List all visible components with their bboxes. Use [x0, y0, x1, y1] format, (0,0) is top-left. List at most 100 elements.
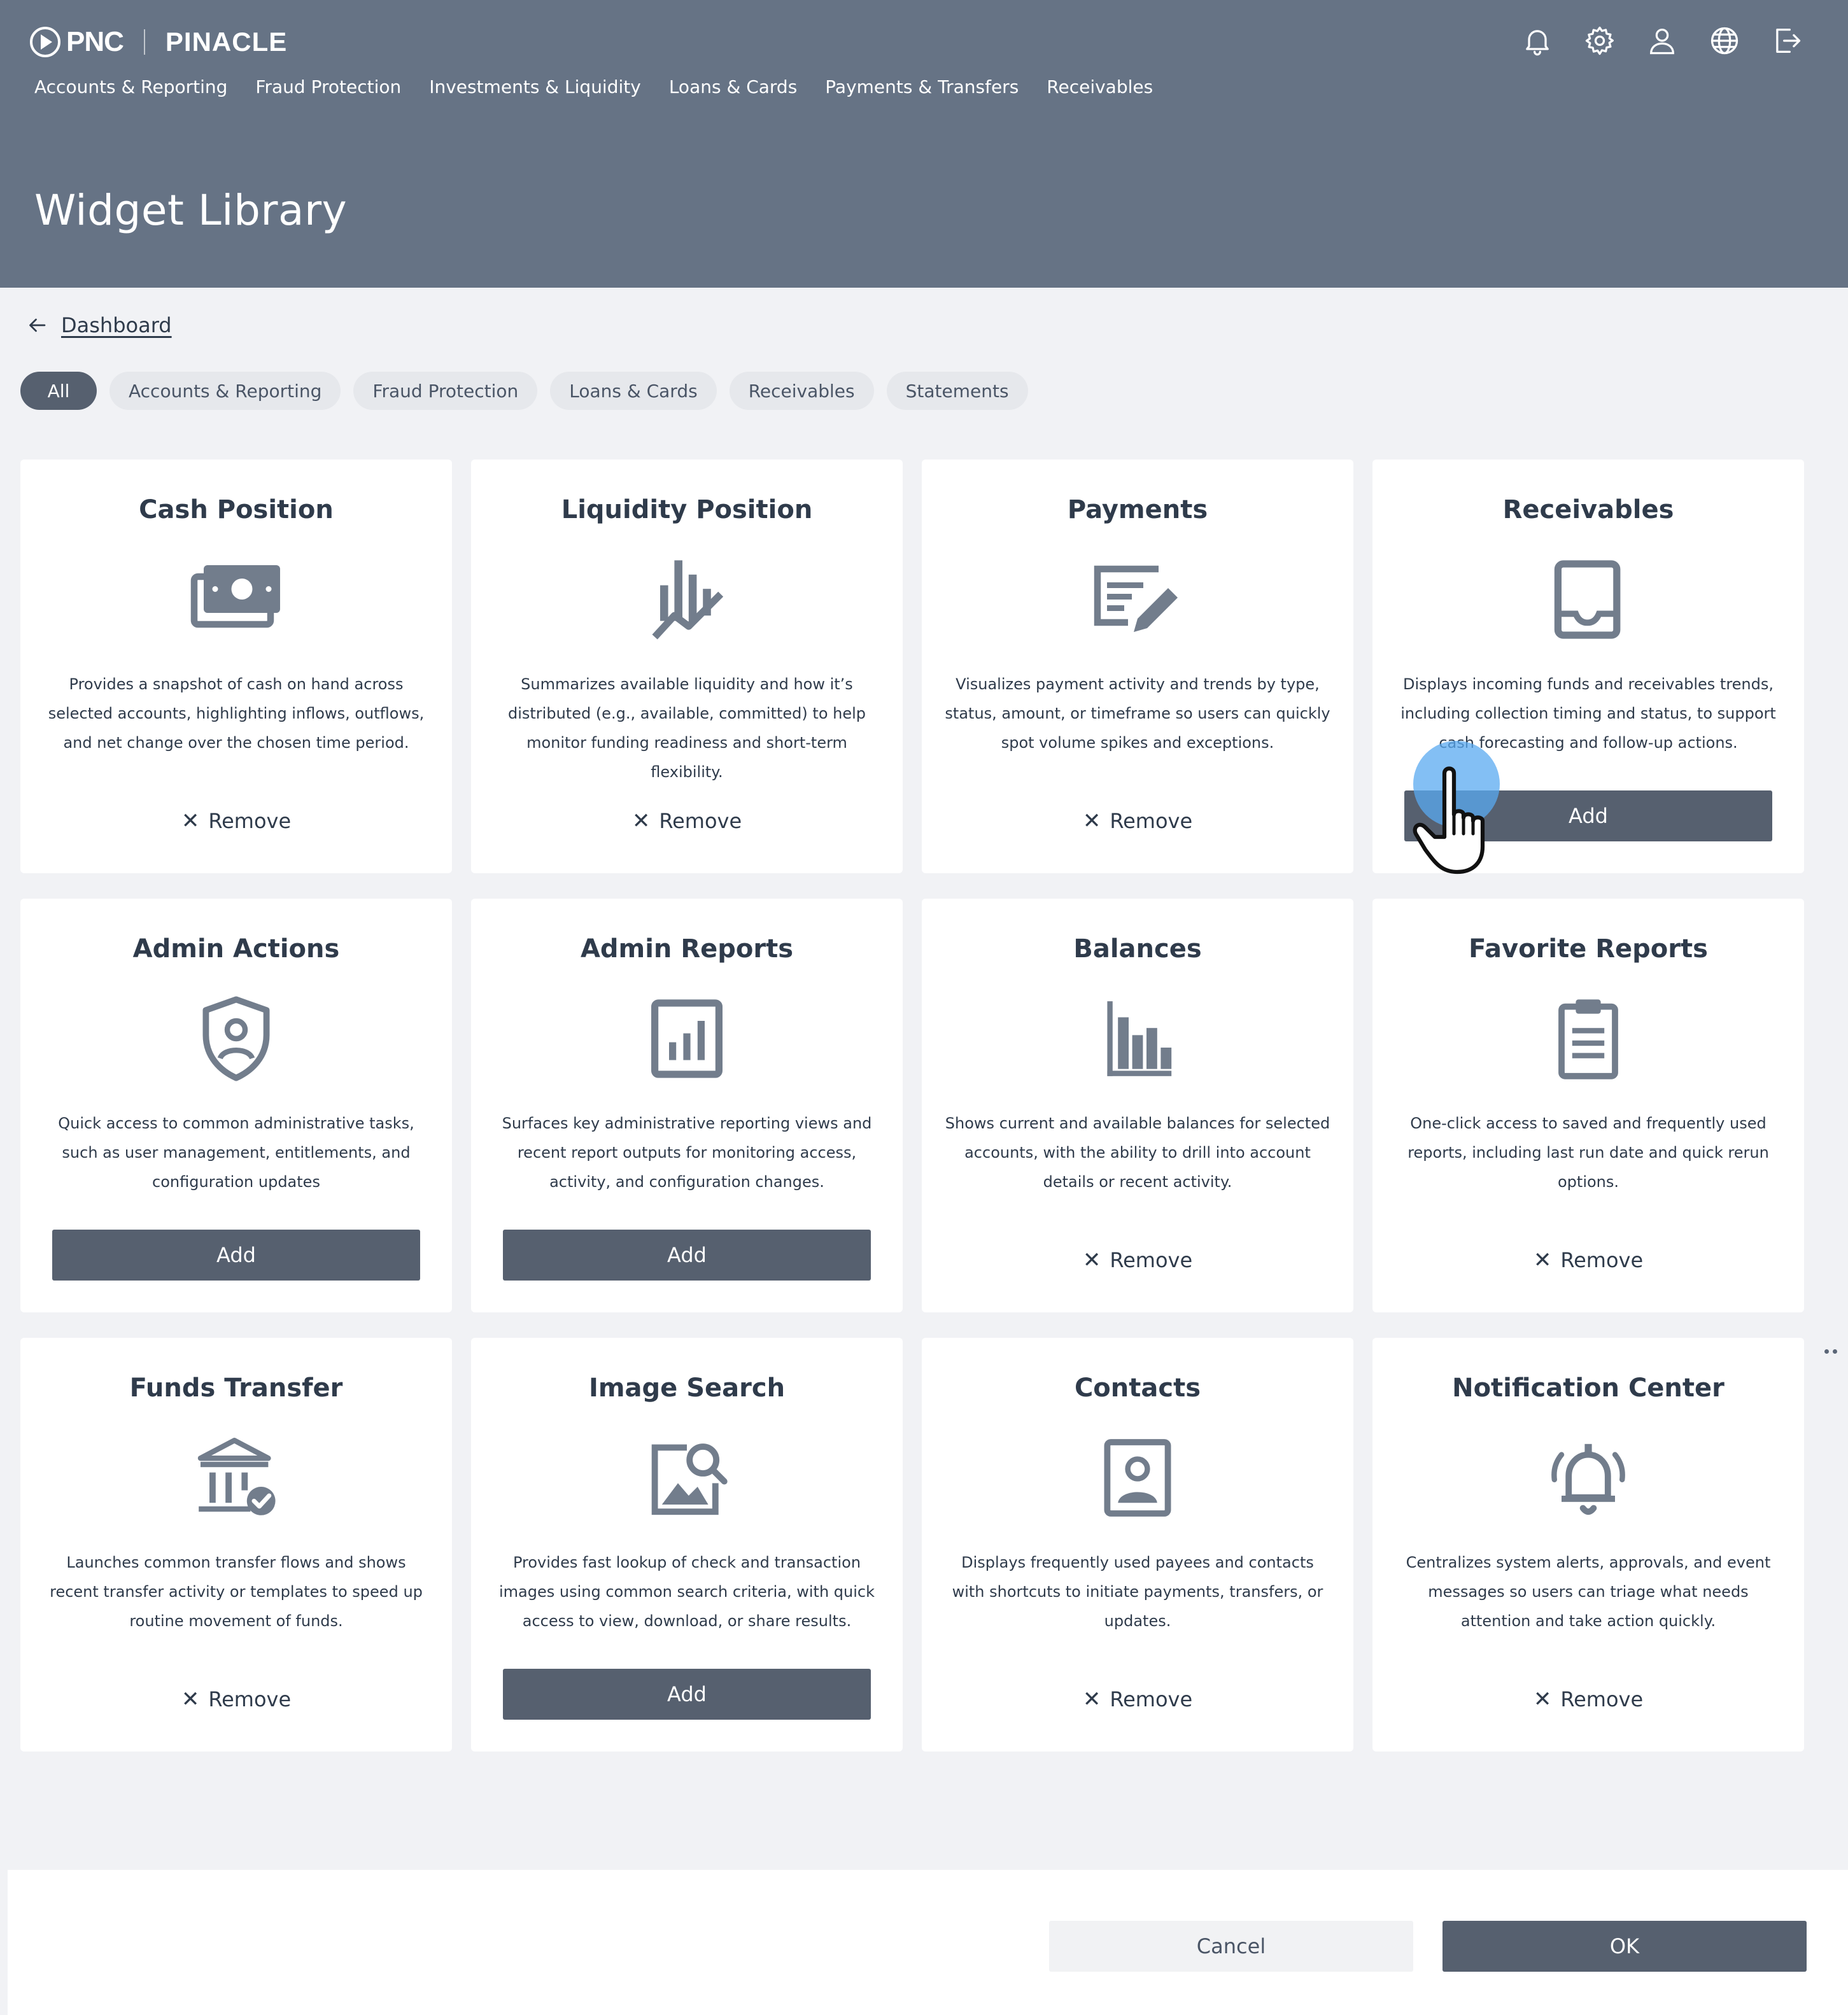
contact-card-icon [1104, 1439, 1171, 1517]
add-button[interactable]: Add [1404, 790, 1772, 841]
logout-icon [1776, 29, 1801, 53]
widget-title: Liquidity Position [561, 495, 813, 524]
remove-button[interactable]: ✕ Remove [1372, 1687, 1804, 1712]
close-icon: ✕ [1533, 1247, 1552, 1273]
close-icon: ✕ [1533, 1687, 1552, 1712]
widget-description: Provides a snapshot of cash on hand acro… [48, 675, 425, 752]
widget-description: Visualizes payment activity and trends b… [945, 675, 1330, 752]
close-icon: ✕ [181, 808, 200, 834]
filter-chip-fraud-protection[interactable]: Fraud Protection [353, 372, 538, 410]
remove-label: Remove [208, 809, 292, 833]
widget-title: Payments [1067, 495, 1208, 524]
arrow-left-icon[interactable] [25, 314, 48, 337]
bar-chart-icon [1107, 1001, 1172, 1076]
widget-card-liquidity-position: Liquidity Position Summarizes available … [471, 460, 903, 873]
widget-card-image-search: Image Search Provides fast lookup of che… [471, 1338, 903, 1752]
more-dot [1824, 1349, 1829, 1354]
filter-chip-loans-cards[interactable]: Loans & Cards [550, 372, 717, 410]
inbox-tray-icon [1554, 560, 1621, 639]
widget-icon-wrap [20, 994, 452, 1083]
add-button[interactable]: Add [52, 1230, 420, 1281]
remove-button[interactable]: ✕ Remove [922, 1247, 1353, 1273]
remove-button[interactable]: ✕ Remove [922, 808, 1353, 834]
widget-description: Displays frequently used payees and cont… [952, 1554, 1323, 1630]
widget-icon-wrap [20, 1433, 452, 1522]
nav-investments-liquidity[interactable]: Investments & Liquidity [429, 76, 641, 97]
close-icon: ✕ [631, 808, 651, 834]
widget-icon-wrap [471, 555, 903, 644]
cancel-button[interactable]: Cancel [1049, 1921, 1413, 1972]
widget-title: Image Search [588, 1373, 786, 1403]
bell-icon [1526, 30, 1549, 56]
remove-button[interactable]: ✕ Remove [20, 808, 452, 834]
pnc-logo-icon [30, 27, 60, 57]
add-button[interactable]: Add [503, 1669, 871, 1720]
widget-icon-wrap [922, 1433, 1353, 1522]
brand-logo[interactable]: PNC PINACLE [29, 23, 287, 61]
remove-button[interactable]: ✕ Remove [471, 808, 903, 834]
widget-card-notification-center: Notification Center Centralizes system a… [1372, 1338, 1804, 1752]
language-button[interactable] [1705, 22, 1744, 60]
remove-button[interactable]: ✕ Remove [922, 1687, 1353, 1712]
widget-title: Cash Position [139, 495, 334, 524]
header-icon-bar [1518, 22, 1806, 60]
widget-card-receivables: Receivables Displays incoming funds and … [1372, 460, 1804, 873]
image-search-icon [651, 1443, 728, 1515]
widget-description: One-click access to saved and frequently… [1407, 1114, 1769, 1191]
close-icon: ✕ [181, 1687, 200, 1712]
widget-card-favorite-reports: Favorite Reports One-click access to sav… [1372, 899, 1804, 1312]
more-dot [1833, 1349, 1837, 1354]
main-nav: Accounts & Reporting Fraud Protection In… [34, 76, 1153, 97]
filter-chip-all[interactable]: All [20, 372, 97, 410]
page-title: Widget Library [34, 186, 348, 235]
product-name: PINACLE [165, 27, 288, 57]
dialog-footer: Cancel OK [8, 1870, 1848, 2015]
profile-button[interactable] [1643, 22, 1681, 60]
widget-icon-wrap [1372, 1433, 1804, 1522]
more-options-icon[interactable] [1824, 1349, 1837, 1354]
widget-description: Quick access to common administrative ta… [58, 1114, 414, 1191]
add-button[interactable]: Add [503, 1230, 871, 1281]
remove-label: Remove [1560, 1687, 1644, 1711]
widget-description: Provides fast lookup of check and transa… [498, 1554, 875, 1630]
nav-payments-transfers[interactable]: Payments & Transfers [825, 76, 1019, 97]
widget-icon-wrap [471, 994, 903, 1083]
remove-label: Remove [1560, 1248, 1644, 1272]
remove-label: Remove [1110, 1687, 1193, 1711]
widget-title: Receivables [1502, 495, 1674, 524]
breadcrumb-dashboard-link[interactable]: Dashboard [61, 313, 172, 337]
filter-chips: All Accounts & Reporting Fraud Protectio… [20, 372, 1028, 410]
widget-title: Balances [1073, 934, 1202, 964]
nav-loans-cards[interactable]: Loans & Cards [669, 76, 797, 97]
widget-card-balances: Balances Shows current and available bal… [922, 899, 1353, 1312]
filter-chip-statements[interactable]: Statements [886, 372, 1028, 410]
widget-title: Admin Actions [132, 934, 340, 964]
filter-chip-receivables[interactable]: Receivables [729, 372, 874, 410]
close-icon: ✕ [1082, 1247, 1101, 1273]
widget-card-funds-transfer: Funds Transfer Launches common transfer … [20, 1338, 452, 1752]
remove-button[interactable]: ✕ Remove [20, 1687, 452, 1712]
settings-button[interactable] [1581, 22, 1619, 60]
widget-description: Surfaces key administrative reporting vi… [502, 1114, 872, 1191]
nav-fraud-protection[interactable]: Fraud Protection [255, 76, 401, 97]
user-icon [1650, 29, 1674, 55]
widget-card-admin-actions: Admin Actions Quick access to common adm… [20, 899, 452, 1312]
widget-title: Admin Reports [580, 934, 794, 964]
widget-title: Favorite Reports [1469, 934, 1708, 964]
widget-description: Centralizes system alerts, approvals, an… [1406, 1554, 1771, 1630]
widget-card-cash-position: Cash Position Provides a snapshot of cas… [20, 460, 452, 873]
nav-receivables[interactable]: Receivables [1047, 76, 1153, 97]
ok-button[interactable]: OK [1442, 1921, 1807, 1972]
top-header: PNC PINACLE Accounts & Reporting Fraud P… [0, 0, 1848, 288]
widget-icon-wrap [1372, 555, 1804, 644]
filter-chip-accounts-reporting[interactable]: Accounts & Reporting [109, 372, 341, 410]
logout-button[interactable] [1768, 22, 1806, 60]
nav-accounts-reporting[interactable]: Accounts & Reporting [34, 76, 227, 97]
remove-button[interactable]: ✕ Remove [1372, 1247, 1804, 1273]
notifications-button[interactable] [1518, 22, 1556, 60]
widget-icon-wrap [471, 1433, 903, 1522]
widget-grid: Cash Position Provides a snapshot of cas… [20, 460, 1804, 1752]
widget-description: Shows current and available balances for… [945, 1114, 1330, 1191]
bank-check-icon [197, 1438, 276, 1515]
remove-label: Remove [1110, 809, 1193, 833]
